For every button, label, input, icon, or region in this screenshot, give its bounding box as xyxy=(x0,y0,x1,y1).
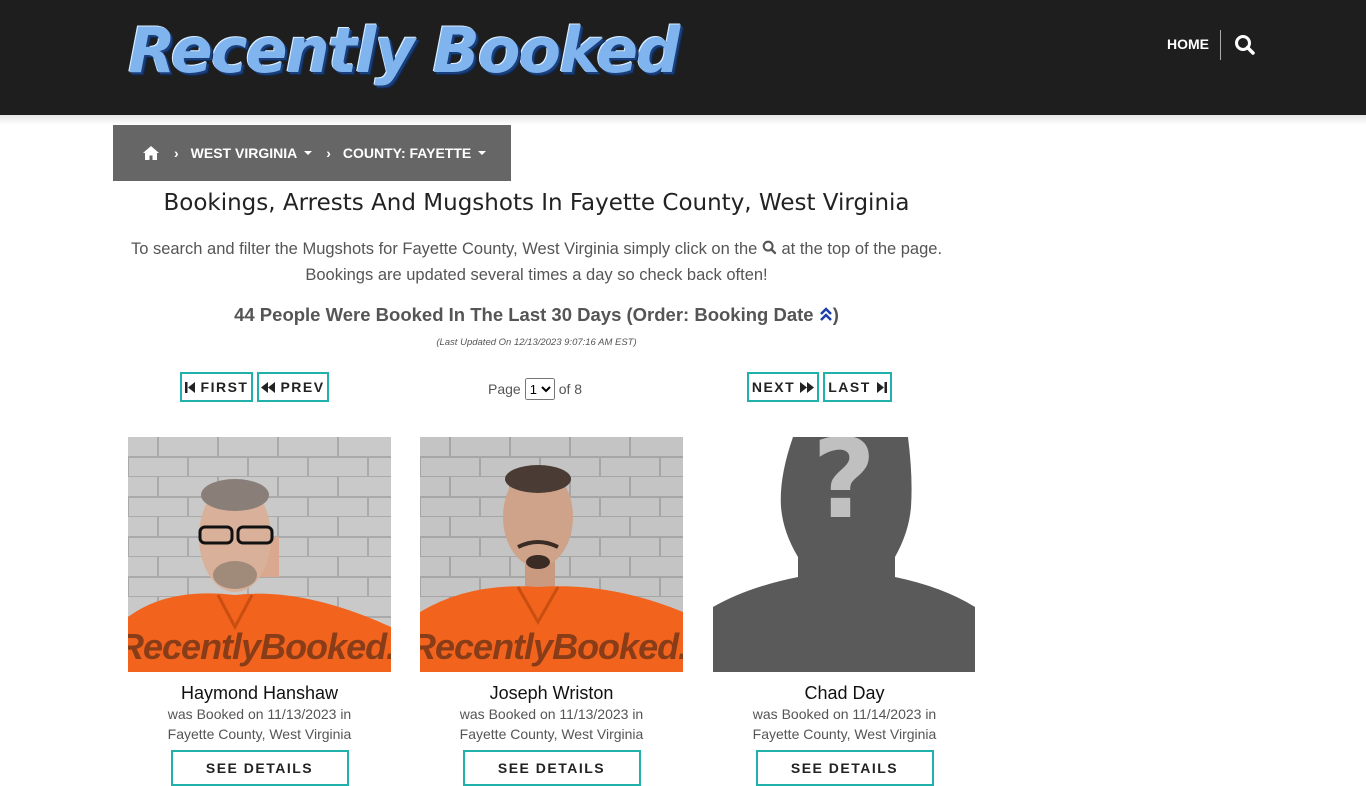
page-label: Page xyxy=(488,381,521,397)
page-title: Bookings, Arrests And Mugshots In Fayett… xyxy=(163,190,910,216)
breadcrumb: › WEST VIRGINIA › COUNTY: FAYETTE xyxy=(113,125,511,181)
booking-location: Fayette County, West Virginia xyxy=(459,726,644,742)
see-details-button[interactable]: SEE DETAILS xyxy=(170,750,349,786)
inmate-card[interactable]: RecentlyBooked.com Haymond Hanshaw was B… xyxy=(128,437,391,786)
inmate-card[interactable]: ? Chad Day was Booked on 11/14/2023 in F… xyxy=(713,437,976,786)
last-updated: (Last Updated On 12/13/2023 9:07:16 AM E… xyxy=(436,337,637,348)
backward-icon xyxy=(261,381,276,393)
caret-down-icon xyxy=(304,151,313,155)
watermark: RecentlyBooked.com xyxy=(420,626,683,667)
see-details-button[interactable]: SEE DETAILS xyxy=(462,750,641,786)
step-backward-icon xyxy=(184,381,195,393)
step-forward-icon xyxy=(876,381,887,393)
search-icon[interactable] xyxy=(1234,34,1256,56)
booking-count-text: 44 People Were Booked In The Last 30 Day… xyxy=(234,304,814,325)
booking-count-close: ) xyxy=(832,304,839,325)
header-shadow xyxy=(0,115,1366,125)
inmate-name[interactable]: Haymond Hanshaw xyxy=(128,682,391,704)
last-page-label: LAST xyxy=(828,379,871,395)
caret-down-icon xyxy=(478,151,487,155)
prev-page-label: PREV xyxy=(280,379,325,395)
site-header: Recently Booked HOME xyxy=(0,0,1366,115)
breadcrumb-state-dropdown[interactable]: WEST VIRGINIA xyxy=(191,145,313,161)
booking-date: was Booked on 11/13/2023 in xyxy=(459,706,644,722)
booking-location: Fayette County, West Virginia xyxy=(752,726,937,742)
watermark: RecentlyBooked.com xyxy=(128,626,391,667)
page-selector: Page 1 of 8 xyxy=(488,378,582,400)
intro-text: To search and filter the Mugshots for Fa… xyxy=(113,236,960,288)
intro-text-part1: To search and filter the Mugshots for Fa… xyxy=(130,240,758,258)
home-icon[interactable] xyxy=(142,145,160,161)
breadcrumb-county-label: COUNTY: FAYETTE xyxy=(342,145,472,161)
first-page-button[interactable]: FIRST xyxy=(180,372,253,402)
breadcrumb-state-label: WEST VIRGINIA xyxy=(190,145,298,161)
intro-text-line2: Bookings are updated several times a day… xyxy=(305,266,768,284)
page-of-label: of 8 xyxy=(558,381,583,397)
mugshot-photo[interactable]: RecentlyBooked.com xyxy=(128,437,391,672)
chevron-right-icon: › xyxy=(174,145,179,161)
see-details-button[interactable]: SEE DETAILS xyxy=(755,750,934,786)
next-page-button[interactable]: NEXT xyxy=(747,372,819,402)
first-page-label: FIRST xyxy=(200,379,249,395)
question-mark-icon: ? xyxy=(812,437,876,543)
booking-date: was Booked on 11/14/2023 in xyxy=(752,706,937,722)
inmate-name[interactable]: Chad Day xyxy=(713,682,976,704)
nav-divider xyxy=(1220,30,1221,60)
inmate-name[interactable]: Joseph Wriston xyxy=(420,682,683,704)
chevron-right-icon: › xyxy=(326,145,331,161)
intro-text-part2: at the top of the page. xyxy=(781,240,943,258)
page-select[interactable]: 1 xyxy=(524,378,555,400)
breadcrumb-county-dropdown[interactable]: COUNTY: FAYETTE xyxy=(342,145,487,161)
last-page-button[interactable]: LAST xyxy=(823,372,892,402)
site-logo[interactable]: Recently Booked xyxy=(128,14,680,87)
forward-icon xyxy=(800,381,815,393)
mugshot-photo[interactable]: RecentlyBooked.com xyxy=(420,437,683,672)
inmate-card[interactable]: RecentlyBooked.com Joseph Wriston was Bo… xyxy=(420,437,683,786)
booking-date: was Booked on 11/13/2023 in xyxy=(167,706,352,722)
booking-count: 44 People Were Booked In The Last 30 Day… xyxy=(113,304,960,326)
sort-up-icon[interactable] xyxy=(819,306,833,322)
next-page-label: NEXT xyxy=(751,379,796,395)
mugshot-placeholder[interactable]: ? xyxy=(713,437,976,672)
search-icon xyxy=(762,240,777,255)
prev-page-button[interactable]: PREV xyxy=(257,372,329,402)
nav-home-link[interactable]: HOME xyxy=(1167,36,1209,52)
booking-location: Fayette County, West Virginia xyxy=(167,726,352,742)
